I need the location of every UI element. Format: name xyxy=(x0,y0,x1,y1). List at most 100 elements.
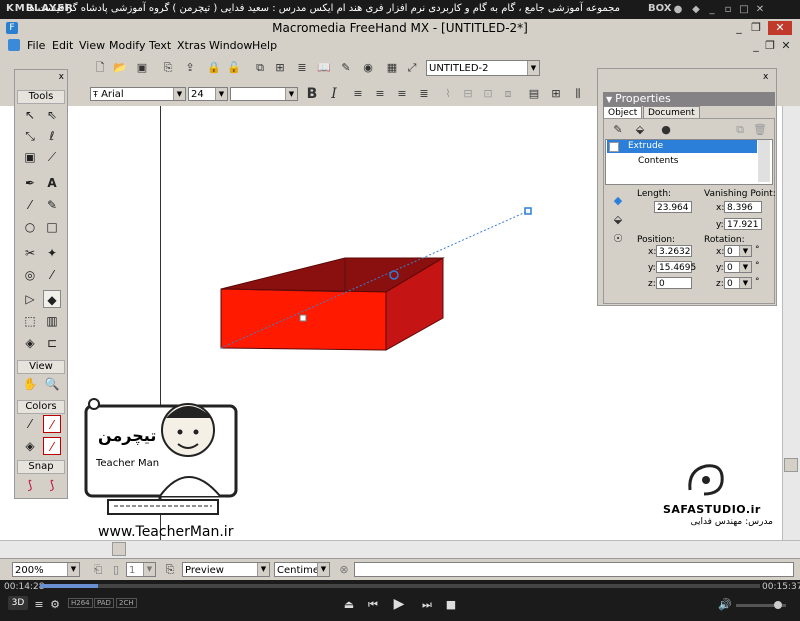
stroke-swatch[interactable]: ⁄ xyxy=(43,415,61,433)
safastudio-logo xyxy=(688,464,724,496)
rot-y-degree: ° xyxy=(755,261,760,271)
bezigon-tool-icon[interactable]: ▷ xyxy=(21,290,39,308)
rot-y-field[interactable]: 0 ▼ xyxy=(724,261,752,273)
pos-z-label: z: xyxy=(648,279,656,289)
stroke-color-icon[interactable]: ⁄ xyxy=(21,415,39,433)
volume-handle[interactable] xyxy=(774,601,782,609)
cancel-render-icon[interactable]: ⊗ xyxy=(336,562,352,578)
play-icon[interactable]: ▶ xyxy=(392,596,406,612)
stop-icon[interactable]: ■ xyxy=(444,598,458,611)
snap-point-icon[interactable]: ⟆ xyxy=(21,476,39,494)
rot-y-label: y: xyxy=(716,263,724,273)
page-tool-icon[interactable]: ▣ xyxy=(21,148,39,166)
previous-icon[interactable]: ⏮ xyxy=(366,598,380,612)
chevron-down-icon[interactable]: ▼ xyxy=(317,563,329,576)
vertical-scroll-thumb[interactable] xyxy=(784,458,798,472)
chevron-down-icon[interactable]: ▼ xyxy=(257,563,269,576)
visibility-checkbox[interactable] xyxy=(609,142,619,152)
chevron-down-icon[interactable]: ▼ xyxy=(739,278,751,288)
chevron-down-icon[interactable]: ▼ xyxy=(739,246,751,256)
chevron-down-icon[interactable]: ▼ xyxy=(739,262,751,272)
rot-z-field[interactable]: 0 ▼ xyxy=(724,277,752,289)
extrude-shape-icon[interactable]: ◆ xyxy=(610,193,626,209)
teacherman-url: www.TeacherMan.ir xyxy=(98,524,234,540)
menu-icon[interactable]: ≡ xyxy=(32,598,46,611)
pos-y-field[interactable]: 15.4695 xyxy=(656,261,696,273)
symbol-tool-icon[interactable]: ◈ xyxy=(21,334,39,352)
pencil-tool-icon[interactable]: ✎ xyxy=(43,196,61,214)
units-select[interactable]: Centimeters ▼ xyxy=(274,562,330,577)
seek-bar[interactable] xyxy=(40,584,760,588)
settings-icon[interactable]: ⚙ xyxy=(48,598,62,611)
teacherman-logo xyxy=(84,398,238,515)
tools-close-icon[interactable]: x xyxy=(59,72,64,82)
properties-title-bar[interactable]: ▼ Properties xyxy=(603,92,775,106)
subselect-tool-icon[interactable]: ⇖ xyxy=(43,106,61,124)
pen-tool-icon[interactable]: ✒ xyxy=(21,174,39,192)
add-stroke-icon[interactable]: ✎ xyxy=(610,122,626,138)
extrude-surface-icon[interactable]: ⬙ xyxy=(610,212,626,228)
text-tool-icon[interactable]: A xyxy=(43,174,61,192)
seek-bar-fill xyxy=(40,584,98,588)
codec-tag-pad: PAD xyxy=(94,598,114,608)
status-message-field xyxy=(354,562,794,577)
extrude-tool-icon[interactable]: ◆ xyxy=(43,290,61,308)
connector-tool-icon[interactable]: ⊏ xyxy=(43,334,61,352)
eyedropper-tool-icon[interactable]: ⟋ xyxy=(43,148,61,166)
pos-x-field[interactable]: 3.2632 xyxy=(656,245,692,257)
add-effect-icon[interactable]: ● xyxy=(658,122,674,138)
prev-page-icon[interactable]: ⎗ xyxy=(90,562,106,578)
next-page-icon[interactable]: ⎘ xyxy=(162,562,178,578)
rot-x-field[interactable]: 0 ▼ xyxy=(724,245,752,257)
scale-tool-icon[interactable]: ⤡ xyxy=(21,127,39,145)
eraser-tool-icon[interactable]: ◎ xyxy=(21,266,39,284)
lasso-tool-icon[interactable]: ℓ xyxy=(43,127,61,145)
rectangle-tool-icon[interactable]: □ xyxy=(43,218,61,236)
rot-z-label: z: xyxy=(716,279,724,289)
tools-heading: Tools xyxy=(17,90,65,104)
duplicate-item-icon[interactable]: ⧉ xyxy=(732,122,748,138)
view-mode-select[interactable]: Preview ▼ xyxy=(182,562,270,577)
next-icon[interactable]: ⏭ xyxy=(420,598,434,612)
delete-item-icon[interactable]: 🗑 xyxy=(752,122,768,138)
vertical-scrollbar[interactable] xyxy=(782,106,800,540)
length-field[interactable]: 23.964 xyxy=(654,201,692,213)
volume-icon[interactable]: 🔊 xyxy=(718,598,732,611)
tree-item-contents-label[interactable]: Contents xyxy=(638,156,678,166)
vp-x-field[interactable]: 8.396 xyxy=(724,201,762,213)
zoom-select[interactable]: 200% ▼ xyxy=(12,562,80,577)
snap-guide-icon[interactable]: ⟆ xyxy=(43,476,61,494)
freeform-tool-icon[interactable]: ✦ xyxy=(43,244,61,262)
brush-tool-icon[interactable]: ⁄ xyxy=(43,266,61,284)
pos-z-field[interactable]: 0 xyxy=(656,277,692,289)
pos-y-label: y: xyxy=(648,263,656,273)
zoom-tool-icon[interactable]: 🔍 xyxy=(43,375,61,393)
codec-tag-h264: H264 xyxy=(68,598,93,608)
snap-heading: Snap xyxy=(17,460,65,474)
ellipse-tool-icon[interactable]: ○ xyxy=(21,218,39,236)
pointer-tool-icon[interactable]: ↖ xyxy=(21,106,39,124)
extrude-lighting-icon[interactable]: ☉ xyxy=(610,231,626,247)
fill-swatch[interactable]: ⁄ xyxy=(43,437,61,455)
knife-tool-icon[interactable]: ✂ xyxy=(21,244,39,262)
shadow-tool-icon[interactable]: ⬚ xyxy=(21,312,39,330)
chevron-down-icon[interactable]: ▼ xyxy=(67,563,79,576)
vp-y-field[interactable]: 17.921 xyxy=(724,218,762,230)
add-fill-icon[interactable]: ⬙ xyxy=(632,122,648,138)
collapse-arrow-icon[interactable]: ▼ xyxy=(603,95,615,104)
properties-close-icon[interactable]: x xyxy=(763,72,768,82)
chart-tool-icon[interactable]: ▥ xyxy=(43,312,61,330)
tree-item-extrude-label: Extrude xyxy=(628,141,664,151)
chevron-down-icon[interactable]: ▼ xyxy=(143,563,155,576)
tree-scrollbar[interactable] xyxy=(758,140,770,182)
eject-icon[interactable]: ⏏ xyxy=(342,598,356,611)
page-icon[interactable]: ▯ xyxy=(108,562,124,578)
horizontal-scroll-thumb[interactable] xyxy=(112,542,126,556)
line-tool-icon[interactable]: ⁄ xyxy=(21,196,39,214)
position-label: Position: xyxy=(637,235,676,245)
fill-color-icon[interactable]: ◈ xyxy=(21,437,39,455)
threed-button[interactable]: 3D xyxy=(8,596,28,610)
hand-tool-icon[interactable]: ✋ xyxy=(21,375,39,393)
page-select[interactable]: 1 ▼ xyxy=(126,562,156,577)
rot-x-degree: ° xyxy=(755,245,760,255)
